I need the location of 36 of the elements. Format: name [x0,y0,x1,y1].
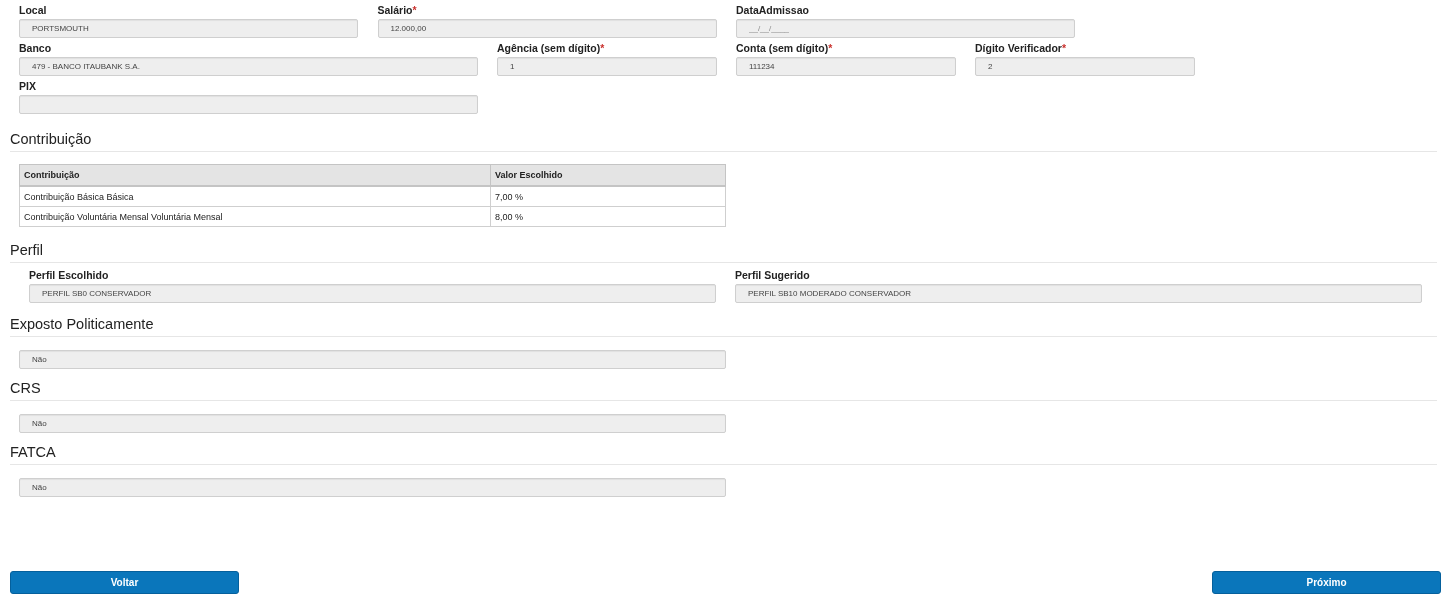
section-title: Exposto Politicamente [9,315,155,333]
field-label: Perfil Escolhido [29,268,110,282]
next-button[interactable]: Próximo [1212,571,1441,594]
column-header: Valor Escolhido [490,164,726,186]
section-title: FATCA [9,443,57,461]
table-cell: Contribuição Básica Básica [19,186,491,207]
table-cell: Contribuição Voluntária Mensal Voluntária Mensal [19,206,491,227]
input-field[interactable]: Não [19,350,726,369]
column-header: Contribuição [19,164,491,186]
input-field[interactable]: PORTSMOUTH [19,19,358,38]
field-label: Local [19,3,48,17]
input-field[interactable]: 479 - BANCO ITAUBANK S.A. [19,57,478,76]
field-label: Dígito Verificador* [975,41,1068,55]
input-field[interactable]: 111234 [736,57,956,76]
field-label: Salário* [377,3,418,17]
section-title: CRS [9,379,42,397]
input-field[interactable] [19,95,478,114]
back-button[interactable]: Voltar [10,571,239,594]
input-field[interactable]: Não [19,414,726,433]
field-label: Agência (sem dígito)* [497,41,606,55]
input-field[interactable]: Não [19,478,726,497]
input-field[interactable]: PERFIL SB0 CONSERVADOR [29,284,716,303]
field-label: Conta (sem dígito)* [736,41,834,55]
table-cell: 8,00 % [490,206,726,227]
input-field[interactable]: 12.000,00 [377,19,717,38]
input-field[interactable]: 1 [497,57,717,76]
field-label: Banco [19,41,53,55]
field-label: DataAdmissao [736,3,810,17]
input-field[interactable]: __/__/____ [736,19,1075,38]
section-title: Contribuição [9,130,93,148]
field-label: PIX [19,79,37,93]
section-title: Perfil [9,241,45,259]
table-cell: 7,00 % [490,186,726,207]
input-field[interactable]: 2 [975,57,1195,76]
input-field[interactable]: PERFIL SB10 MODERADO CONSERVADOR [735,284,1422,303]
field-label: Perfil Sugerido [735,268,811,282]
